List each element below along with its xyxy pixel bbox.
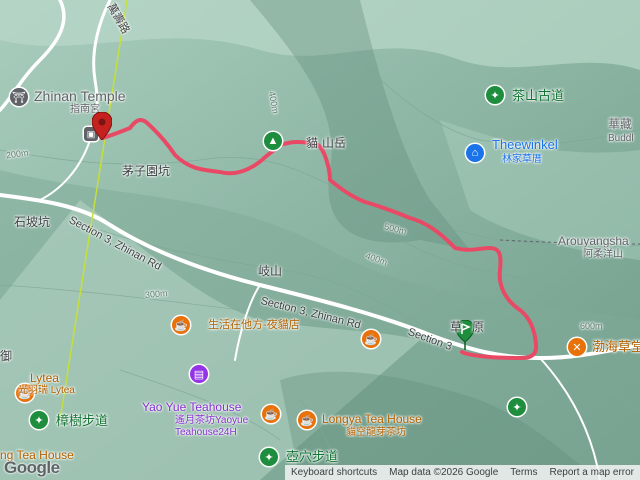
hiking-icon[interactable]: ✦ xyxy=(486,86,504,104)
terms-link[interactable]: Terms xyxy=(504,467,543,478)
poi-label-theewinkel-zh: 林家草厝 xyxy=(502,154,542,165)
place-label: 岐山 xyxy=(258,264,283,278)
contour-label: 600m xyxy=(580,321,603,331)
poi-label-lytea-zh: 光羽瑞 Lytea xyxy=(18,385,75,396)
map-data-attribution: Map data ©2026 Google xyxy=(389,467,499,478)
poi-label-yao-yue[interactable]: Yao Yue Teahouse xyxy=(142,401,241,413)
place-label-zhinan-temple[interactable]: Zhinan Temple xyxy=(34,89,126,103)
restaurant-icon[interactable]: ✕ xyxy=(568,338,586,356)
temple-icon[interactable]: ⛩ xyxy=(10,88,28,106)
place-label-huazang[interactable]: 華藏 xyxy=(608,118,632,130)
cafe-icon[interactable]: ☕ xyxy=(298,411,316,429)
poi-label-lytea[interactable]: Lytea xyxy=(30,372,59,384)
hiking-icon[interactable]: ✦ xyxy=(508,398,526,416)
peak-icon[interactable]: ▲ xyxy=(264,132,282,150)
cafe-icon[interactable]: ☕ xyxy=(262,405,280,423)
place-label: 山岳 xyxy=(322,136,347,150)
poi-label-theewinkel[interactable]: Theewinkel xyxy=(492,138,558,151)
place-label: 原 xyxy=(472,320,485,334)
report-error-link[interactable]: Report a map error xyxy=(544,467,640,478)
poi-label-cafe[interactable]: 生活在他方-夜貓店 xyxy=(208,320,300,331)
shop-icon[interactable]: ▤ xyxy=(190,365,208,383)
cafe-icon[interactable]: ☕ xyxy=(172,316,190,334)
place-label: 御 xyxy=(0,349,13,363)
hiking-icon[interactable]: ✦ xyxy=(30,411,48,429)
poi-label-zhangshu[interactable]: 樟樹步道 xyxy=(56,414,108,427)
place-label: 草 xyxy=(450,320,463,334)
place-label: 茅子園坑 xyxy=(122,164,171,178)
poi-label-longya[interactable]: Longya Tea House xyxy=(322,413,422,425)
map-canvas[interactable]: 200m 300m 400m 400m 500m 600m Section 3,… xyxy=(0,0,640,480)
google-logo: Google xyxy=(4,458,60,477)
poi-label-yao-yue-24h: Teahouse24H xyxy=(175,427,237,438)
hiking-icon[interactable]: ✦ xyxy=(260,448,278,466)
place-label: 貓 xyxy=(306,136,319,150)
keyboard-shortcuts-link[interactable]: Keyboard shortcuts xyxy=(285,467,383,478)
poi-label-huxue[interactable]: 壺穴步道 xyxy=(286,450,338,463)
poi-label-yao-yue-zh: 遙月茶坊Yaoyue xyxy=(175,415,249,426)
map-footer: Keyboard shortcuts Map data ©2026 Google… xyxy=(284,465,640,480)
lodging-icon[interactable]: ⌂ xyxy=(466,144,484,162)
place-label: 石坡坑 xyxy=(14,215,51,229)
end-marker-icon[interactable] xyxy=(92,112,112,140)
poi-label-tea-road[interactable]: 茶山古道 xyxy=(512,89,564,102)
place-label-arouyang-zh: 阿柔洋山 xyxy=(583,249,623,260)
place-label-arouyang[interactable]: Arouyangsha xyxy=(558,235,629,247)
poi-label-bohai[interactable]: 渤海草堂 xyxy=(592,340,640,353)
cafe-icon[interactable]: ☕ xyxy=(362,330,380,348)
place-label-buddha: Buddl xyxy=(608,133,634,144)
poi-label-longya-zh: 貓空龍芽茶坊 xyxy=(346,427,406,438)
